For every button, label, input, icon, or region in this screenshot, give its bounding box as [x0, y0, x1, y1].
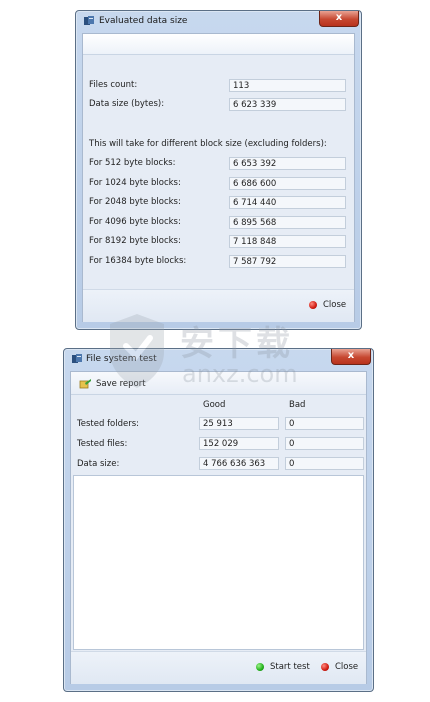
save-report-label: Save report [96, 378, 146, 389]
data-size-bad-field: 0 [285, 457, 364, 470]
save-report-button[interactable]: Save report [79, 378, 146, 389]
tested-files-bad-field: 0 [285, 437, 364, 450]
tested-folders-bad-field: 0 [285, 417, 364, 430]
block-4096-field: 6 895 568 [229, 216, 346, 229]
files-count-field: 113 [229, 79, 346, 92]
block-8192-field: 7 118 848 [229, 235, 346, 248]
block-size-note: This will take for different block size … [89, 139, 327, 149]
tested-files-label: Tested files: [77, 439, 128, 449]
files-count-label: Files count: [89, 80, 138, 90]
header-band [83, 34, 354, 55]
file-system-test-window: File system test x Save report Good Bad … [63, 348, 374, 692]
block-512-label: For 512 byte blocks: [89, 158, 176, 168]
data-size-label: Data size: [77, 459, 120, 469]
bad-column-header: Bad [289, 400, 306, 410]
evaluated-data-size-window: Evaluated data size x Files count: 113 D… [75, 10, 362, 330]
red-dot-icon [321, 663, 329, 671]
block-1024-label: For 1024 byte blocks: [89, 178, 181, 188]
close-button[interactable]: Close [321, 662, 358, 672]
title-bar[interactable]: File system test x [64, 349, 373, 371]
dialog-client-area: Files count: 113 Data size (bytes): 6 62… [82, 33, 355, 322]
block-2048-field: 6 714 440 [229, 196, 346, 209]
start-test-label: Start test [270, 662, 310, 672]
block-8192-label: For 8192 byte blocks: [89, 236, 181, 246]
start-test-button[interactable]: Start test [256, 662, 310, 672]
log-area[interactable] [73, 475, 364, 650]
title-bar[interactable]: Evaluated data size x [76, 11, 361, 33]
red-dot-icon [309, 301, 317, 309]
block-4096-label: For 4096 byte blocks: [89, 217, 181, 227]
save-report-icon [79, 379, 91, 389]
block-2048-label: For 2048 byte blocks: [89, 197, 181, 207]
window-title: Evaluated data size [99, 16, 188, 26]
data-size-label: Data size (bytes): [89, 99, 165, 109]
tested-files-good-field: 152 029 [199, 437, 279, 450]
tested-folders-label: Tested folders: [77, 419, 140, 429]
app-icon [72, 354, 82, 363]
close-button-label: Close [335, 662, 359, 672]
dialog-client-area: Save report Good Bad Tested folders: 25 … [70, 371, 367, 684]
good-column-header: Good [203, 400, 226, 410]
data-size-good-field: 4 766 636 363 [199, 457, 279, 470]
data-size-field: 6 623 339 [229, 98, 346, 111]
green-dot-icon [256, 663, 264, 671]
title-close-button[interactable]: x [331, 349, 371, 365]
window-title: File system test [86, 354, 157, 364]
block-16384-field: 7 587 792 [229, 255, 346, 268]
block-16384-label: For 16384 byte blocks: [89, 256, 187, 266]
tested-folders-good-field: 25 913 [199, 417, 279, 430]
close-button-label: Close [323, 300, 347, 310]
block-1024-field: 6 686 600 [229, 177, 346, 190]
close-button[interactable]: Close [309, 300, 346, 310]
app-icon [84, 16, 94, 25]
title-close-button[interactable]: x [319, 11, 359, 27]
block-512-field: 6 653 392 [229, 157, 346, 170]
